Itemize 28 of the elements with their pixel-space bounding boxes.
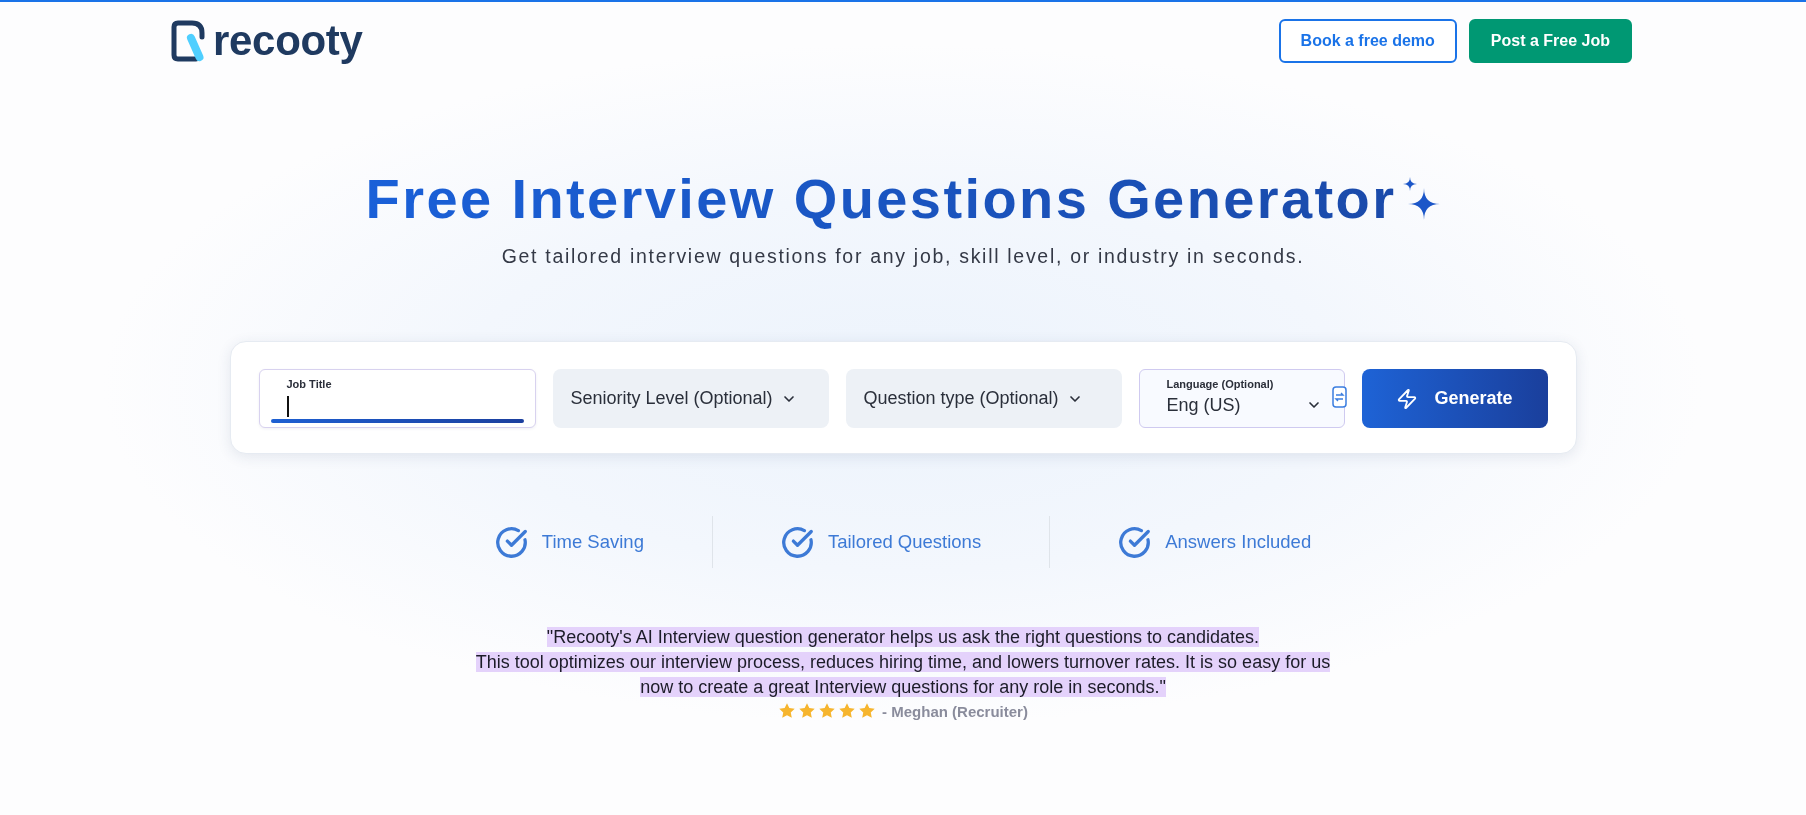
feature-label: Time Saving — [541, 531, 644, 553]
field-label: Language (Optional) — [1166, 378, 1274, 391]
star-icon — [818, 702, 837, 721]
testimonial-quote: "Recooty's AI Interview question generator helps us ask the right questions to candidates. This tool optimizes our interview process, reduces hiring time, and lowers turnover rates. It is so easy for us now to create a great Interview questions for any role in seconds." — [475, 626, 1331, 699]
feature-label: Tailored Questions — [827, 531, 982, 553]
star-icon — [798, 702, 817, 721]
page-subtitle: Get tailored interview questions for any job, skill level, or industry in seconds. — [501, 244, 1305, 269]
check-circle-icon — [780, 525, 814, 559]
generate-button[interactable]: Generate — [1361, 369, 1548, 428]
lightning-icon — [1396, 387, 1419, 410]
star-icon — [858, 702, 877, 721]
job-title-field[interactable]: Job Title — [258, 369, 536, 428]
star-icon — [838, 702, 857, 721]
feature-label: Answers Included — [1165, 531, 1312, 553]
post-job-button[interactable]: Post a Free Job — [1468, 19, 1632, 63]
field-label: Job Title — [286, 378, 332, 391]
language-select[interactable]: Language (Optional) Eng (US) — [1138, 369, 1345, 428]
book-demo-button[interactable]: Book a free demo — [1278, 19, 1457, 63]
check-circle-icon — [494, 525, 528, 559]
text-cursor-icon — [286, 396, 289, 417]
select-value: Eng (US) — [1166, 394, 1241, 417]
testimonial-author: - Meghan (Recruiter) — [882, 702, 1028, 720]
logo-wordmark: recooty — [213, 19, 363, 63]
check-circle-icon — [1118, 525, 1152, 559]
star-icon — [778, 702, 797, 721]
swap-arrows-icon[interactable] — [1331, 386, 1347, 408]
dropdown-select[interactable]: Question type (Optional) — [845, 369, 1122, 428]
dropdown-select[interactable]: Seniority Level (Optional) — [552, 369, 829, 428]
